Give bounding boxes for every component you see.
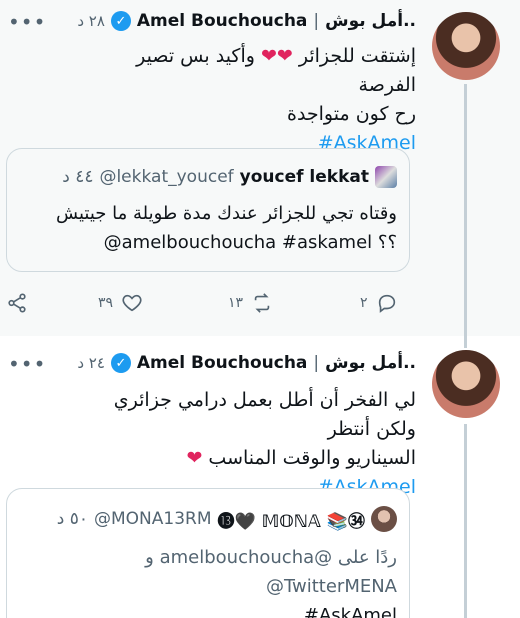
quote-author-handle: @lekkat_youcef bbox=[99, 167, 234, 187]
retweet-icon bbox=[254, 293, 270, 313]
author-name-en[interactable]: Amel Bouchoucha bbox=[137, 11, 308, 31]
quote-text-line: @TwitterMENA bbox=[265, 576, 397, 597]
tweet-header: ..أمل بوش | Amel Bouchoucha ✓ ٢٨ د bbox=[0, 8, 416, 34]
heart-emoji: ❤ bbox=[186, 447, 203, 469]
quote-timestamp: ٤٤ د bbox=[62, 167, 94, 187]
quote-text: وقتاه تجي للجزائر عندك مدة طويلة ما جيتي… bbox=[19, 199, 397, 257]
thread-line bbox=[464, 84, 467, 336]
like-button[interactable]: ٣٩ bbox=[98, 288, 143, 318]
quote-text-line: ردًا على @amelbouchoucha و bbox=[145, 547, 397, 568]
tweet-header: ..أمل بوش | Amel Bouchoucha ✓ ٢٤ د bbox=[0, 350, 416, 376]
quote-author-name: ⓭🖤 𝕄𝕆ℕ𝔸 📚㉞ bbox=[217, 511, 366, 532]
quote-text-line: وقتاه تجي للجزائر عندك مدة طويلة ما جيتي… bbox=[56, 203, 397, 224]
reply-icon bbox=[378, 294, 395, 313]
like-count: ٣٩ bbox=[98, 295, 114, 311]
name-separator: | bbox=[313, 11, 320, 31]
retweet-count: ١٣ bbox=[228, 295, 244, 311]
thread-line bbox=[464, 424, 467, 618]
share-button[interactable] bbox=[6, 288, 28, 318]
quote-text: ردًا على @amelbouchoucha و @TwitterMENA … bbox=[19, 543, 397, 618]
quote-text-line: @amelbouchoucha #askamel ؟؟ bbox=[103, 232, 397, 253]
quoted-tweet[interactable]: ⓭🖤 𝕄𝕆ℕ𝔸 📚㉞ @MONA13RM ٥٠ د ردًا على @amel… bbox=[6, 488, 410, 618]
timestamp[interactable]: ٢٨ د bbox=[77, 12, 105, 30]
tweet-text-line: لي الفخر أن أطل بعمل درامي جزائري ولكن أ… bbox=[113, 389, 416, 440]
tweet-text-line: رح كون متواجدة bbox=[286, 103, 416, 125]
tweet[interactable]: ..أمل بوش | Amel Bouchoucha ✓ ٢٨ د ••• إ… bbox=[0, 0, 520, 336]
tweet-text-line: السيناريو والوقت المناسب ❤ bbox=[186, 447, 416, 469]
quote-avatar bbox=[371, 506, 397, 532]
author-name-ar[interactable]: ..أمل بوش bbox=[325, 353, 416, 373]
heart-icon bbox=[122, 294, 142, 312]
more-options-icon[interactable]: ••• bbox=[8, 10, 46, 34]
tweet-actions: ٣٩ ١٣ ٢ bbox=[0, 288, 420, 318]
tweet-text: لي الفخر أن أطل بعمل درامي جزائري ولكن أ… bbox=[80, 386, 416, 502]
thread-line bbox=[464, 336, 467, 348]
quote-header: youcef lekkat @lekkat_youcef ٤٤ د bbox=[19, 165, 397, 189]
author-name-en[interactable]: Amel Bouchoucha bbox=[137, 353, 308, 373]
reply-button[interactable]: ٢ bbox=[360, 288, 398, 318]
quote-author-name: youcef lekkat bbox=[239, 167, 369, 187]
timestamp[interactable]: ٢٤ د bbox=[77, 354, 105, 372]
avatar[interactable] bbox=[432, 12, 500, 80]
tweet[interactable]: ..أمل بوش | Amel Bouchoucha ✓ ٢٤ د ••• ل… bbox=[0, 336, 520, 618]
quote-timestamp: ٥٠ د bbox=[56, 509, 88, 529]
quote-header: ⓭🖤 𝕄𝕆ℕ𝔸 📚㉞ @MONA13RM ٥٠ د bbox=[19, 506, 397, 532]
more-options-icon[interactable]: ••• bbox=[8, 352, 46, 376]
share-icon bbox=[8, 293, 26, 313]
heart-emoji: ❤ bbox=[276, 45, 293, 67]
quote-text-line: #AskAmel bbox=[303, 605, 397, 618]
avatar[interactable] bbox=[432, 350, 500, 418]
author-name-ar[interactable]: ..أمل بوش bbox=[325, 11, 416, 31]
verified-badge-icon: ✓ bbox=[110, 11, 131, 31]
name-separator: | bbox=[313, 353, 320, 373]
tweet-text-line: إشتقت للجزائر ❤❤ وأكيد بس تصير الفرصة bbox=[136, 45, 416, 96]
quote-avatar bbox=[375, 166, 397, 188]
reply-count: ٢ bbox=[360, 295, 368, 311]
quote-author-handle: @MONA13RM bbox=[93, 509, 212, 529]
retweet-button[interactable]: ١٣ bbox=[228, 288, 273, 318]
quoted-tweet[interactable]: youcef lekkat @lekkat_youcef ٤٤ د وقتاه … bbox=[6, 148, 410, 272]
tweet-text: إشتقت للجزائر ❤❤ وأكيد بس تصير الفرصة رح… bbox=[100, 42, 416, 158]
verified-badge-icon: ✓ bbox=[110, 353, 131, 373]
heart-emoji: ❤ bbox=[260, 45, 277, 67]
